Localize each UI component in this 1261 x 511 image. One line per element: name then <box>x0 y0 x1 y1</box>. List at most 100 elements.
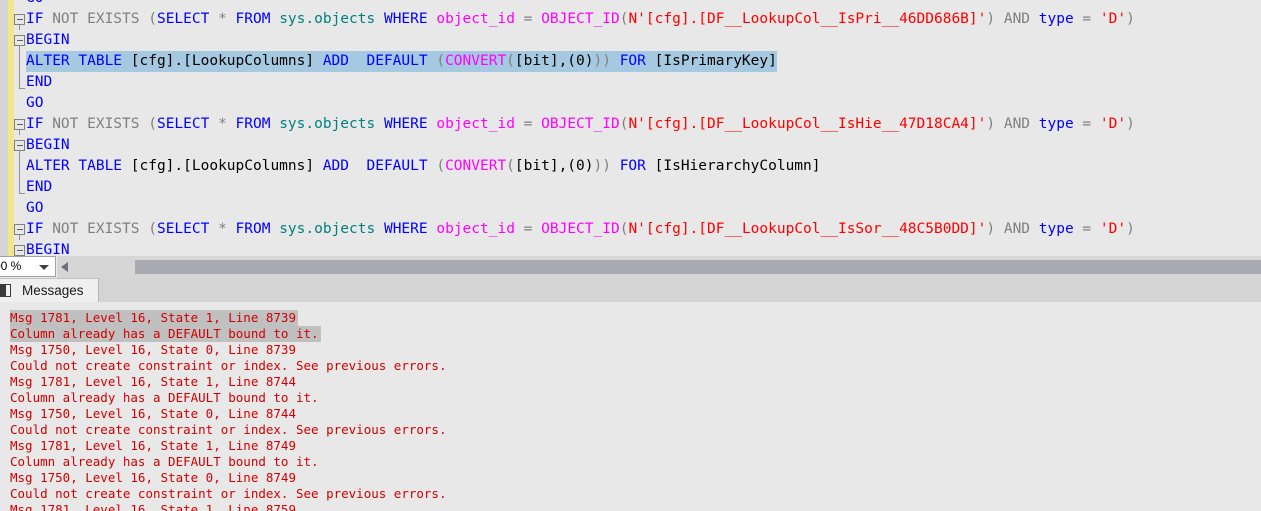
code-token: (0) <box>567 53 594 69</box>
outlining-vertical-line <box>19 51 20 72</box>
code-token: GO <box>26 95 44 111</box>
outlining-collapse-icon[interactable] <box>14 224 25 235</box>
message-line[interactable]: Msg 1750, Level 16, State 0, Line 8739 <box>10 342 296 358</box>
code-token: BEGIN <box>26 242 70 256</box>
messages-output-pane[interactable]: Msg 1781, Level 16, State 1, Line 8739 Co… <box>0 302 1261 511</box>
editor-horizontal-scrollbar[interactable] <box>57 256 1261 278</box>
code-token: type <box>1038 116 1083 132</box>
results-pane-tab-strip: Messages <box>0 278 1261 302</box>
code-token: type <box>1038 221 1083 237</box>
code-line-text: ALTER TABLE [cfg].[LookupColumns] ADD DE… <box>26 51 777 72</box>
code-token: * <box>218 11 236 27</box>
message-line[interactable]: Column already has a DEFAULT bound to it… <box>10 326 321 342</box>
message-line[interactable]: Could not create constraint or index. Se… <box>10 486 447 502</box>
code-line-text: GO <box>26 198 43 219</box>
message-line[interactable]: Could not create constraint or index. Se… <box>10 358 447 374</box>
outlining-collapse-icon[interactable] <box>14 35 25 46</box>
code-token: WHERE <box>383 116 437 132</box>
code-token: = <box>1082 221 1100 237</box>
code-token: [cfg].[LookupColumns] <box>130 158 315 174</box>
code-token: ( <box>506 53 515 69</box>
outlining-vertical-line <box>19 177 20 193</box>
code-token: NOT EXISTS <box>52 221 149 237</box>
code-token: AND <box>1003 11 1039 27</box>
message-line[interactable]: Msg 1781, Level 16, State 1, Line 8739 <box>10 310 298 326</box>
code-token: IF <box>26 116 53 132</box>
sql-code-editor[interactable]: GOIF NOT EXISTS (SELECT * FROM sys.objec… <box>0 0 1261 256</box>
message-line[interactable]: Column already has a DEFAULT bound to it… <box>10 454 319 470</box>
code-token: type <box>1038 11 1083 27</box>
tab-messages[interactable]: Messages <box>0 278 99 302</box>
message-line[interactable]: Msg 1781, Level 16, State 1, Line 8759 <box>10 502 296 511</box>
outlining-vertical-line <box>19 235 20 240</box>
code-token: GO <box>26 0 43 6</box>
code-token: BEGIN <box>26 137 70 153</box>
outlining-collapse-icon[interactable] <box>14 140 25 151</box>
code-token: ( <box>148 11 157 27</box>
code-token: ) <box>593 158 603 174</box>
code-token: sys.objects <box>279 221 384 237</box>
message-line[interactable]: Msg 1750, Level 16, State 0, Line 8744 <box>10 406 296 422</box>
code-token: SELECT <box>156 116 219 132</box>
code-token: FOR <box>619 158 655 174</box>
code-token: SELECT <box>156 221 219 237</box>
code-token: [IsHierarchyColumn] <box>654 158 821 174</box>
code-token: ( <box>436 53 446 69</box>
message-line[interactable]: Msg 1781, Level 16, State 1, Line 8749 <box>10 438 296 454</box>
code-token: DEFAULT <box>357 53 437 69</box>
outlining-vertical-line <box>19 72 20 88</box>
code-line-text: END <box>26 177 52 198</box>
chevron-down-icon <box>39 265 49 270</box>
code-line-text: BEGIN <box>26 30 70 51</box>
code-token: 'D' <box>1099 221 1127 237</box>
code-lines-container[interactable]: GOIF NOT EXISTS (SELECT * FROM sys.objec… <box>14 0 1261 256</box>
message-line[interactable]: Column already has a DEFAULT bound to it… <box>10 390 319 406</box>
code-token: ) <box>602 158 620 174</box>
code-token: CONVERT <box>445 158 507 174</box>
outlining-end-marker <box>19 88 25 89</box>
messages-icon <box>0 284 11 297</box>
outlining-collapse-icon[interactable] <box>14 14 25 25</box>
code-token: object_id <box>436 11 524 27</box>
code-token: ) <box>602 53 620 69</box>
outlining-collapse-icon[interactable] <box>14 119 25 130</box>
zoom-level-dropdown[interactable]: 00 % <box>0 256 56 277</box>
code-token: ) <box>1126 11 1135 27</box>
code-token: BEGIN <box>26 32 70 48</box>
code-token: [cfg].[LookupColumns] <box>130 53 315 69</box>
code-token: GO <box>26 200 44 216</box>
code-token: ALTER TABLE <box>26 53 131 69</box>
message-line[interactable]: Msg 1781, Level 16, State 1, Line 8744 <box>10 374 296 390</box>
code-token: [bit] <box>514 53 559 69</box>
outlining-collapse-icon[interactable] <box>14 245 25 256</box>
message-line[interactable]: Msg 1750, Level 16, State 0, Line 8749 <box>10 470 296 486</box>
code-token: DEFAULT <box>357 158 437 174</box>
code-token: ) <box>986 11 1004 27</box>
message-line[interactable]: Could not create constraint or index. Se… <box>10 422 447 438</box>
code-token: NOT EXISTS <box>52 11 149 27</box>
code-token: AND <box>1003 221 1039 237</box>
code-line-text: BEGIN <box>26 135 70 156</box>
code-token: N'[cfg].[DF__LookupCol__IsHie__47D18CA4]… <box>628 116 987 132</box>
horizontal-scrollbar-thumb[interactable] <box>135 260 1261 274</box>
code-token: = <box>523 116 542 132</box>
tab-messages-label: Messages <box>22 283 84 298</box>
editor-bottom-bar: 00 % <box>0 256 1261 278</box>
code-token: ADD <box>314 158 358 174</box>
code-line-text: IF NOT EXISTS (SELECT * FROM sys.objects… <box>26 9 1135 30</box>
code-token: ) <box>593 53 603 69</box>
code-line-text: BEGIN <box>26 240 70 256</box>
code-token: WHERE <box>383 11 437 27</box>
code-token: N'[cfg].[DF__LookupCol__IsPri__46DD686B]… <box>628 11 987 27</box>
code-token: ) <box>1126 116 1135 132</box>
code-token: FROM <box>235 116 280 132</box>
code-token: = <box>1082 116 1100 132</box>
code-token: (0) <box>567 158 594 174</box>
code-token: * <box>218 116 236 132</box>
code-token: ( <box>148 116 157 132</box>
code-token: OBJECT_ID <box>541 11 620 27</box>
code-token: * <box>218 221 236 237</box>
code-token: ) <box>986 116 1004 132</box>
code-token: , <box>558 158 568 174</box>
code-token: [IsPrimaryKey] <box>654 53 777 69</box>
